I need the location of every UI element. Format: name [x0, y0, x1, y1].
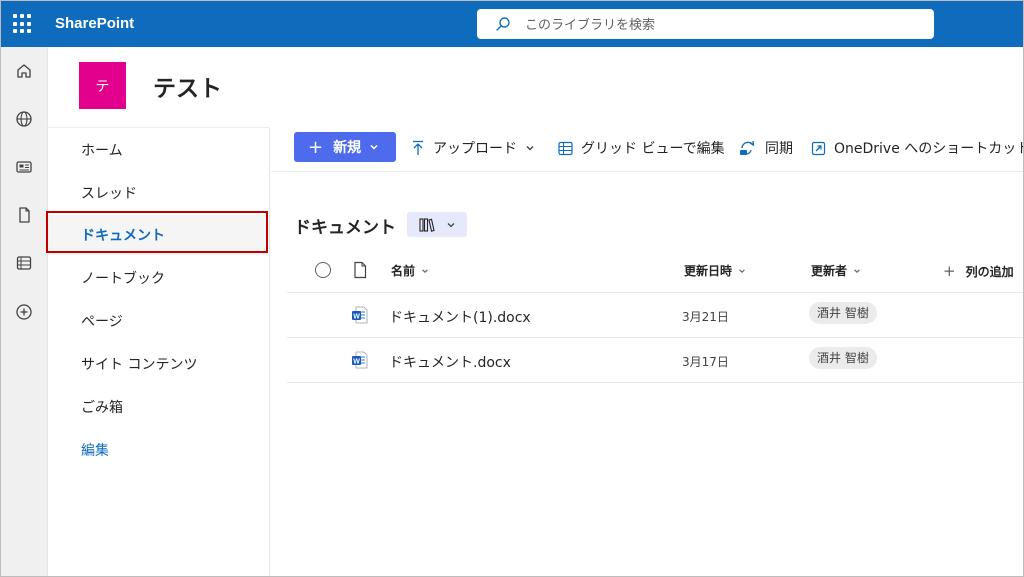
- grid-view-edit-label: グリッド ビューで編集: [581, 141, 725, 157]
- document-icon[interactable]: [12, 203, 36, 227]
- add-column-button[interactable]: + 列の追加: [943, 262, 1014, 280]
- news-icon[interactable]: [12, 155, 36, 179]
- nav-item-threads[interactable]: スレッド: [47, 173, 269, 213]
- svg-text:W: W: [353, 313, 360, 320]
- chevron-down-icon: [447, 222, 454, 227]
- search-input[interactable]: [523, 13, 917, 37]
- chevron-down-icon: [739, 268, 745, 273]
- column-header-modified[interactable]: 更新日時: [684, 262, 746, 279]
- command-bar: + 新規 アップロード グリッド ビューで編集 同期 OneDrive へのショ…: [271, 127, 1023, 172]
- column-header-modified-by-label: 更新者: [811, 264, 848, 278]
- file-type-icon: [354, 261, 367, 279]
- modified-date: 3月17日: [682, 355, 729, 369]
- modified-by-persona[interactable]: 酒井 智樹: [809, 302, 877, 324]
- suite-bar: SharePoint: [1, 1, 1023, 47]
- onedrive-shortcut-button[interactable]: OneDrive へのショートカットの: [811, 137, 1024, 159]
- app-brand[interactable]: SharePoint: [55, 15, 134, 32]
- grid-view-edit-button[interactable]: グリッド ビューで編集: [558, 137, 725, 159]
- new-button-label: 新規: [333, 140, 362, 156]
- column-header-modified-label: 更新日時: [684, 264, 733, 278]
- grid-icon: [558, 141, 573, 155]
- select-all-checkbox[interactable]: [315, 262, 331, 278]
- modified-by-persona[interactable]: 酒井 智樹: [809, 347, 877, 369]
- sync-button[interactable]: 同期: [739, 137, 793, 159]
- column-header-name-label: 名前: [391, 264, 416, 278]
- header-divider: [287, 292, 1023, 293]
- onedrive-shortcut-label: OneDrive へのショートカットの: [834, 141, 1024, 157]
- nav-item-recycle-bin[interactable]: ごみ箱: [47, 387, 269, 427]
- upload-icon: [413, 140, 423, 155]
- add-column-label: 列の追加: [965, 264, 1014, 279]
- sync-icon: [740, 140, 755, 155]
- search-box[interactable]: [477, 9, 934, 39]
- plus-icon: +: [308, 136, 324, 158]
- nav-edit-link[interactable]: 編集: [47, 430, 269, 470]
- nav-item-site-contents[interactable]: サイト コンテンツ: [47, 344, 269, 384]
- library-view-icon: [418, 217, 435, 232]
- nav-item-notebook[interactable]: ノートブック: [47, 258, 269, 298]
- row-divider: [287, 382, 1023, 383]
- word-doc-icon: W: [352, 306, 368, 324]
- upload-label: アップロード: [433, 141, 517, 157]
- word-doc-icon: W: [352, 351, 368, 369]
- row-divider: [287, 337, 1023, 338]
- file-name-link[interactable]: ドキュメント.docx: [389, 352, 511, 372]
- globe-icon[interactable]: [12, 107, 36, 131]
- list-icon[interactable]: [12, 251, 36, 275]
- chevron-down-icon: [422, 268, 428, 273]
- shortcut-icon: [811, 141, 826, 155]
- column-header-name[interactable]: 名前: [391, 262, 429, 279]
- nav-item-pages[interactable]: ページ: [47, 301, 269, 341]
- svg-text:W: W: [353, 358, 360, 365]
- search-icon: [496, 17, 510, 31]
- chevron-down-icon: [526, 146, 534, 151]
- file-name-link[interactable]: ドキュメント(1).docx: [389, 307, 531, 327]
- upload-button[interactable]: アップロード: [411, 137, 535, 159]
- app-bar: [1, 47, 48, 576]
- sharepoint-window: SharePoint テ テスト: [0, 0, 1024, 577]
- sync-label: 同期: [765, 141, 793, 157]
- modified-date: 3月21日: [682, 310, 729, 324]
- site-title[interactable]: テスト: [153, 69, 222, 103]
- left-nav: ホーム スレッド ドキュメント ノートブック ページ サイト コンテンツ ごみ箱…: [47, 127, 270, 576]
- app-launcher-icon[interactable]: [13, 14, 33, 34]
- library-title: ドキュメント: [294, 218, 396, 238]
- chevron-down-icon: [854, 268, 860, 273]
- site-logo[interactable]: テ: [79, 62, 126, 109]
- column-header-modified-by[interactable]: 更新者: [811, 262, 861, 279]
- new-button[interactable]: + 新規: [294, 132, 396, 162]
- home-icon[interactable]: [12, 59, 36, 83]
- plus-icon: +: [943, 262, 956, 280]
- chevron-down-icon: [370, 144, 378, 150]
- nav-item-documents[interactable]: ドキュメント: [47, 215, 269, 255]
- view-switcher[interactable]: [407, 212, 467, 237]
- nav-item-home[interactable]: ホーム: [47, 130, 269, 170]
- add-circle-icon[interactable]: [12, 300, 36, 324]
